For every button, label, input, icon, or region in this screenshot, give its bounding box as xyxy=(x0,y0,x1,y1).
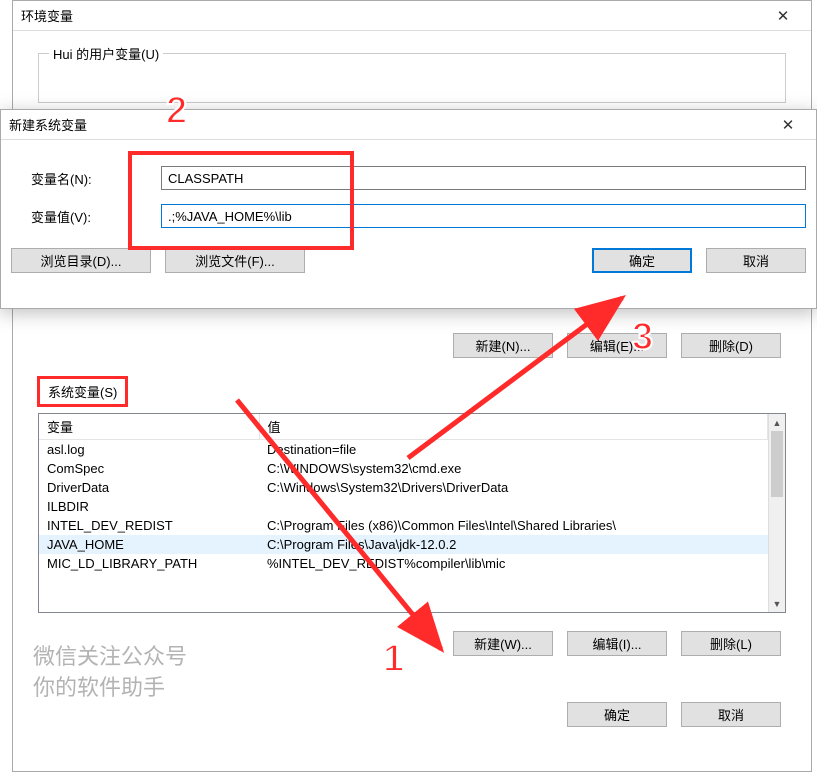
cell-var-name: ILBDIR xyxy=(39,497,259,516)
var-value-row: 变量值(V): xyxy=(11,204,806,228)
new-dialog-buttons: 浏览目录(D)... 浏览文件(F)... 确定 取消 xyxy=(1,242,816,287)
cell-var-value: C:\WINDOWS\system32\cmd.exe xyxy=(259,459,768,478)
cell-var-value: C:\Program Files (x86)\Common Files\Inte… xyxy=(259,516,768,535)
sys-delete-button[interactable]: 删除(L) xyxy=(681,631,781,656)
env-ok-button[interactable]: 确定 xyxy=(567,702,667,727)
new-cancel-button[interactable]: 取消 xyxy=(706,248,806,273)
table-row[interactable]: INTEL_DEV_REDISTC:\Program Files (x86)\C… xyxy=(39,516,768,535)
new-sysvar-dialog: 新建系统变量 ✕ 变量名(N): 变量值(V): 浏览目录(D)... 浏览文件… xyxy=(0,109,817,309)
cell-var-name: JAVA_HOME xyxy=(39,535,259,554)
user-delete-button[interactable]: 删除(D) xyxy=(681,333,781,358)
cell-var-name: DriverData xyxy=(39,478,259,497)
cell-var-value: C:\Program Files\Java\jdk-12.0.2 xyxy=(259,535,768,554)
system-vars-legend: 系统变量(S) xyxy=(37,376,128,407)
new-ok-button[interactable]: 确定 xyxy=(592,248,692,273)
var-value-input[interactable] xyxy=(161,204,806,228)
new-dialog-title: 新建系统变量 xyxy=(9,115,768,134)
user-vars-legend: Hui 的用户变量(U) xyxy=(49,44,163,63)
cell-var-value: %INTEL_DEV_REDIST%compiler\lib\mic xyxy=(259,554,768,573)
user-vars-group: Hui 的用户变量(U) xyxy=(38,53,786,103)
var-name-row: 变量名(N): xyxy=(11,166,806,190)
cell-var-value: Destination=file xyxy=(259,440,768,460)
env-cancel-button[interactable]: 取消 xyxy=(681,702,781,727)
system-vars-buttons: 新建(W)... 编辑(I)... 删除(L) xyxy=(13,631,781,656)
col-header-value[interactable]: 值 xyxy=(259,414,768,440)
close-icon[interactable]: ✕ xyxy=(768,111,808,139)
browse-dir-button[interactable]: 浏览目录(D)... xyxy=(11,248,151,273)
user-vars-buttons: 新建(N)... 编辑(E)... 删除(D) xyxy=(13,333,781,358)
var-value-label: 变量值(V): xyxy=(11,207,161,226)
table-row[interactable]: JAVA_HOMEC:\Program Files\Java\jdk-12.0.… xyxy=(39,535,768,554)
cell-var-name: ComSpec xyxy=(39,459,259,478)
cell-var-value: C:\Windows\System32\Drivers\DriverData xyxy=(259,478,768,497)
table-row[interactable]: asl.logDestination=file xyxy=(39,440,768,460)
table-row[interactable]: ILBDIR xyxy=(39,497,768,516)
cell-var-name: MIC_LD_LIBRARY_PATH xyxy=(39,554,259,573)
table-row[interactable]: ComSpecC:\WINDOWS\system32\cmd.exe xyxy=(39,459,768,478)
sys-new-button[interactable]: 新建(W)... xyxy=(453,631,553,656)
sys-edit-button[interactable]: 编辑(I)... xyxy=(567,631,667,656)
system-vars-table[interactable]: 变量 值 asl.logDestination=fileComSpecC:\WI… xyxy=(38,413,786,613)
env-dialog-title: 环境变量 xyxy=(21,6,763,25)
scroll-thumb[interactable] xyxy=(771,431,783,497)
var-name-label: 变量名(N): xyxy=(11,169,161,188)
var-name-input[interactable] xyxy=(161,166,806,190)
env-dialog-footer: 确定 取消 xyxy=(13,702,781,727)
table-row[interactable]: MIC_LD_LIBRARY_PATH%INTEL_DEV_REDIST%com… xyxy=(39,554,768,573)
new-dialog-titlebar: 新建系统变量 ✕ xyxy=(1,110,816,140)
close-icon[interactable]: ✕ xyxy=(763,2,803,30)
scrollbar[interactable]: ▲ ▼ xyxy=(768,414,785,612)
table-row[interactable]: DriverDataC:\Windows\System32\Drivers\Dr… xyxy=(39,478,768,497)
env-dialog-titlebar: 环境变量 ✕ xyxy=(13,1,811,31)
scroll-down-icon[interactable]: ▼ xyxy=(769,595,785,612)
user-new-button[interactable]: 新建(N)... xyxy=(453,333,553,358)
browse-file-button[interactable]: 浏览文件(F)... xyxy=(165,248,305,273)
cell-var-name: asl.log xyxy=(39,440,259,460)
user-edit-button[interactable]: 编辑(E)... xyxy=(567,333,667,358)
cell-var-value xyxy=(259,497,768,516)
scroll-up-icon[interactable]: ▲ xyxy=(769,414,785,431)
col-header-name[interactable]: 变量 xyxy=(39,414,259,440)
cell-var-name: INTEL_DEV_REDIST xyxy=(39,516,259,535)
